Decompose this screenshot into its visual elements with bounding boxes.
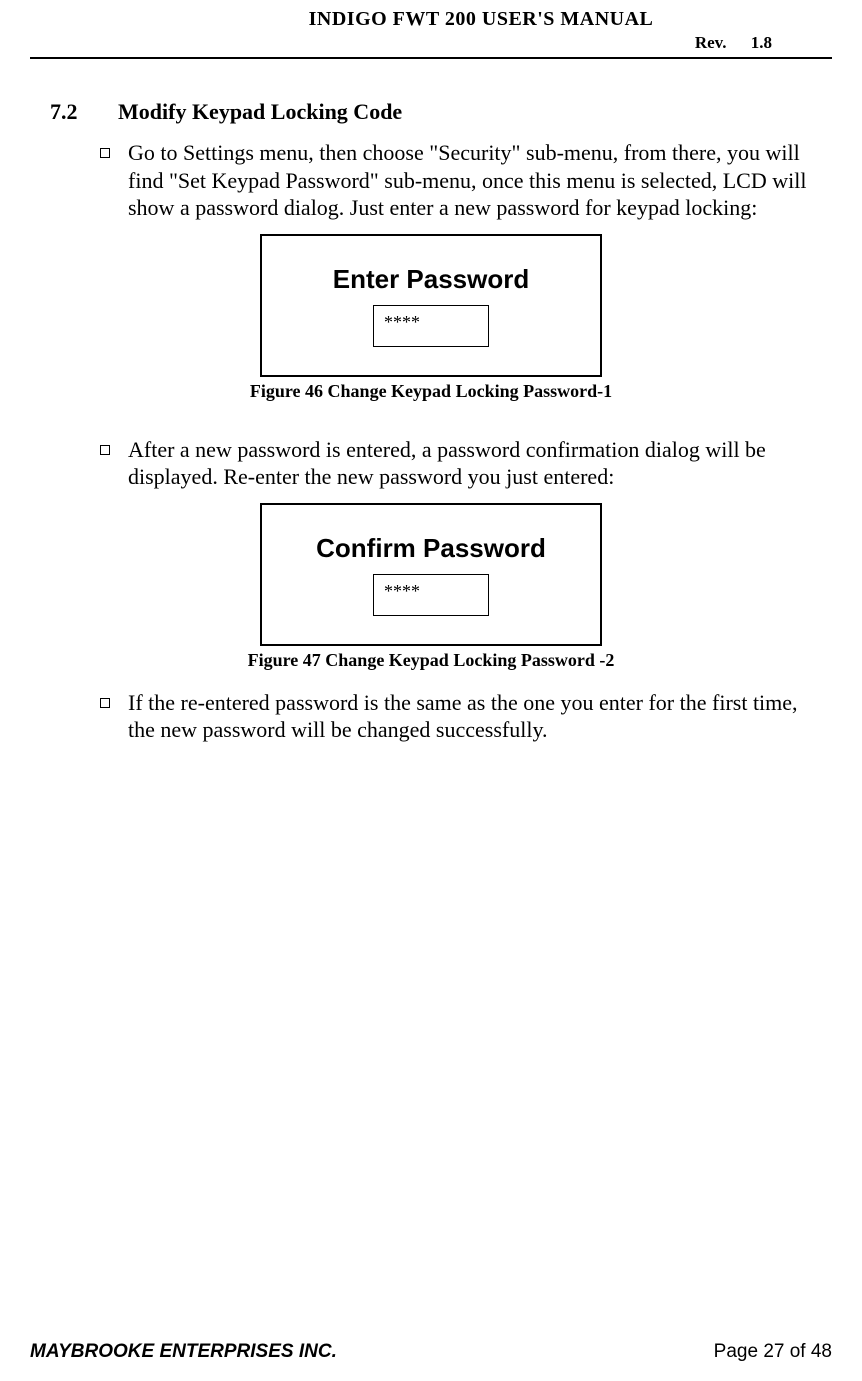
lcd-dialog-confirm-password: Confirm Password **** xyxy=(260,503,602,646)
section-number: 7.2 xyxy=(50,99,90,125)
page-content: 7.2 Modify Keypad Locking Code Go to Set… xyxy=(30,59,832,744)
document-title: INDIGO FWT 200 USER'S MANUAL xyxy=(130,8,832,31)
lcd-dialog-title: Enter Password xyxy=(262,264,600,295)
lcd-dialog-enter-password: Enter Password **** xyxy=(260,234,602,377)
section-heading: 7.2 Modify Keypad Locking Code xyxy=(50,99,812,125)
page-footer: MAYBROOKE ENTERPRISES INC. Page 27 of 48 xyxy=(30,1341,832,1363)
bullet-list: After a new password is entered, a passw… xyxy=(50,436,812,491)
bullet-item-2: After a new password is entered, a passw… xyxy=(100,436,812,491)
revision-value: 1.8 xyxy=(751,33,772,52)
bullet-item-1: Go to Settings menu, then choose "Securi… xyxy=(100,139,812,222)
revision-row: Rev. 1.8 xyxy=(30,33,832,53)
figure-caption-46: Figure 46 Change Keypad Locking Password… xyxy=(50,381,812,402)
revision-label: Rev. xyxy=(695,33,727,52)
bullet-item-3: If the re-entered password is the same a… xyxy=(100,689,812,744)
page-header: INDIGO FWT 200 USER'S MANUAL Rev. 1.8 xyxy=(30,0,832,59)
bullet-list: Go to Settings menu, then choose "Securi… xyxy=(50,139,812,222)
section-title: Modify Keypad Locking Code xyxy=(118,99,402,125)
password-confirm-input[interactable]: **** xyxy=(373,574,489,616)
lcd-dialog-title: Confirm Password xyxy=(262,533,600,564)
password-input[interactable]: **** xyxy=(373,305,489,347)
figure-caption-47: Figure 47 Change Keypad Locking Password… xyxy=(50,650,812,671)
bullet-list: If the re-entered password is the same a… xyxy=(50,689,812,744)
footer-page-number: Page 27 of 48 xyxy=(714,1341,832,1363)
footer-company: MAYBROOKE ENTERPRISES INC. xyxy=(30,1341,337,1363)
